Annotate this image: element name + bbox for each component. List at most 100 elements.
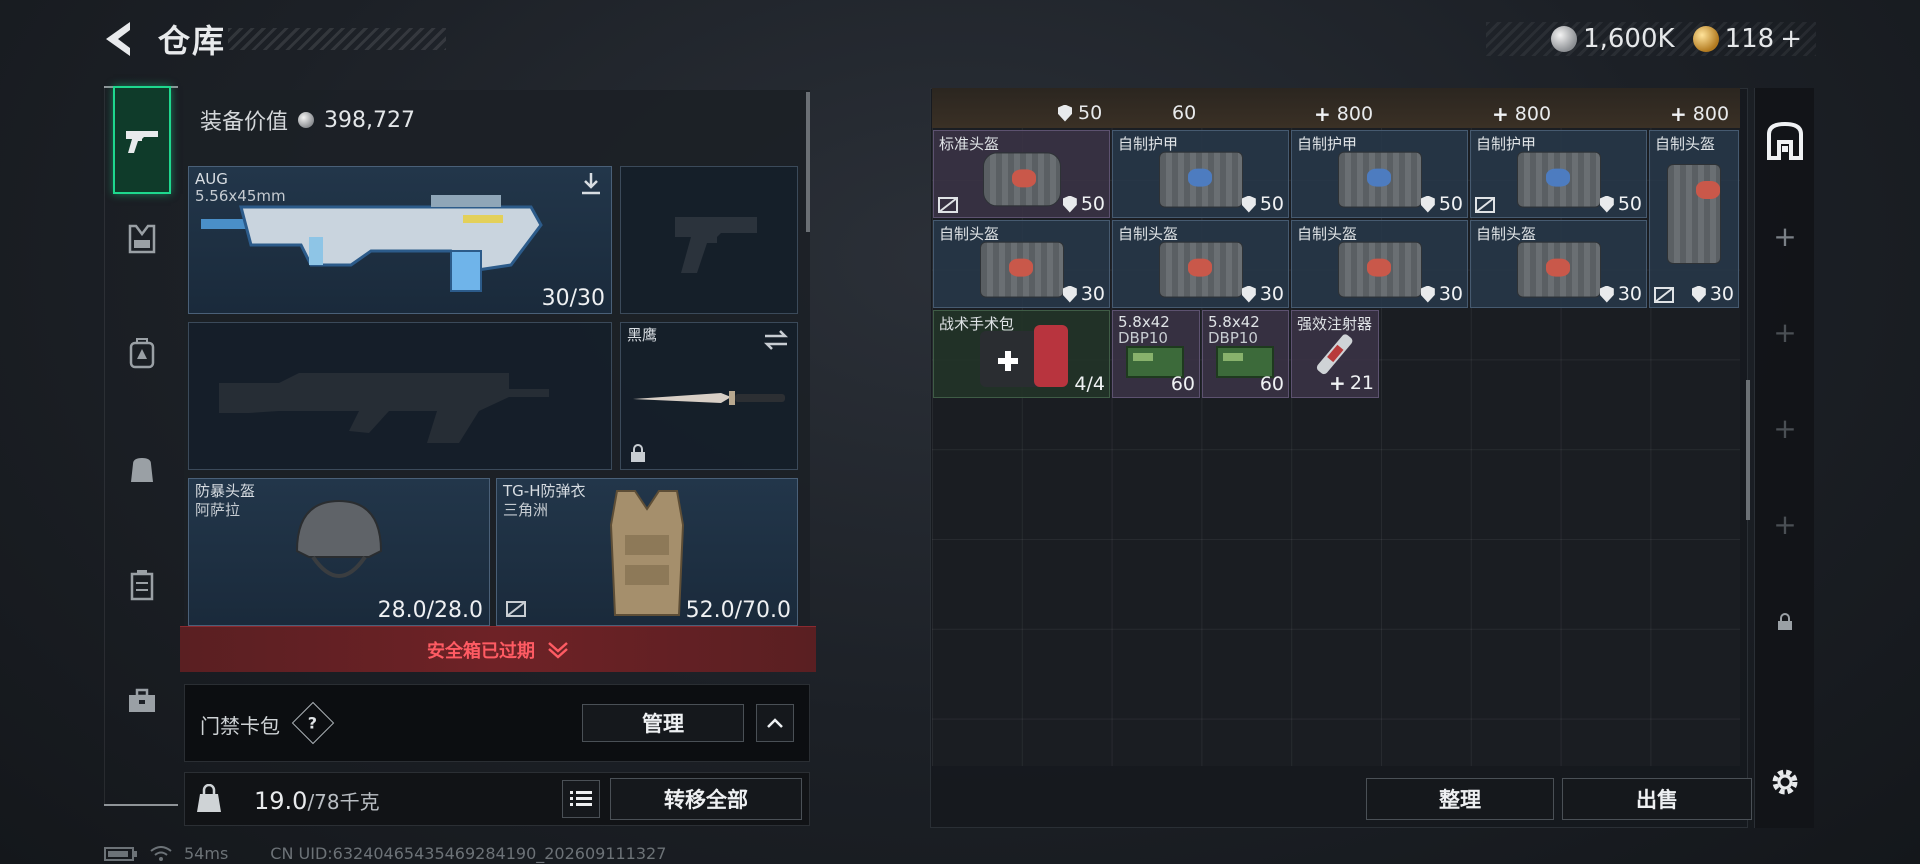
safebox-expired-banner[interactable]: 安全箱已过期 xyxy=(180,626,816,672)
aug-rifle-image xyxy=(201,195,543,292)
primary-weapon-slot[interactable]: AUG 5.56x45mm 30/30 xyxy=(188,166,612,314)
rail-chest-rig[interactable] xyxy=(113,210,171,268)
storage-item[interactable]: 自制护甲 50 xyxy=(1470,130,1647,218)
storage-partial-row: 50 60 +800 +800 +800 xyxy=(932,88,1740,128)
armor-shield-icon xyxy=(1420,195,1435,213)
list-view-button[interactable] xyxy=(562,780,600,818)
plus-icon: + xyxy=(1773,315,1797,349)
melee-slot[interactable]: 黑鹰 xyxy=(620,322,798,470)
sell-button[interactable]: 出售 xyxy=(1562,778,1752,820)
storage-item[interactable]: 自制头盔 30 xyxy=(1112,220,1289,308)
pouch-icon xyxy=(131,458,153,482)
kettlebell-icon xyxy=(197,784,221,812)
wifi-icon xyxy=(150,845,172,861)
gold-currency[interactable]: 118 + xyxy=(1692,24,1802,54)
storage-page-1[interactable] xyxy=(1755,110,1815,170)
helmet-image xyxy=(1667,164,1721,264)
ping-readout: 54ms xyxy=(184,844,229,863)
storage-item[interactable]: 自制头盔 30 xyxy=(1470,220,1647,308)
pistol-slot-empty[interactable] xyxy=(620,166,798,314)
rail-container[interactable] xyxy=(113,556,171,614)
container-icon xyxy=(130,570,154,601)
armor-shield-icon xyxy=(1058,104,1072,122)
item-value: 30 xyxy=(1691,283,1734,305)
transfer-all-button[interactable]: 转移全部 xyxy=(610,778,802,820)
storage-item[interactable]: 自制护甲 50 xyxy=(1112,130,1289,218)
collapse-button[interactable] xyxy=(756,704,794,742)
gold-coin-icon xyxy=(1692,26,1719,52)
storage-scrollbar[interactable] xyxy=(1746,380,1750,520)
armor-shield-icon xyxy=(1691,285,1706,303)
melee-name: 黑鹰 xyxy=(627,326,658,344)
storage-item[interactable]: 战术手术包 4/4 xyxy=(933,310,1110,398)
storage-item[interactable]: 自制头盔 30 xyxy=(1291,220,1468,308)
armor-shield-icon xyxy=(1062,195,1077,213)
helmet-image xyxy=(1158,241,1243,298)
storage-item[interactable]: 自制护甲 50 xyxy=(1291,130,1468,218)
add-storage-page-button[interactable]: + xyxy=(1755,398,1815,458)
storage-item[interactable]: 标准头盔 50 xyxy=(933,130,1110,218)
rail-bottom-divider xyxy=(104,804,178,806)
item-title: 标准头盔 xyxy=(939,135,1000,153)
rail-backpack[interactable] xyxy=(113,324,171,382)
storage-item[interactable]: 5.8x42 DBP10 60 xyxy=(1202,310,1289,398)
armor-shield-icon xyxy=(1241,195,1256,213)
gold-amount: 118 xyxy=(1724,24,1775,54)
storage-item[interactable]: 5.8x42 DBP10 60 xyxy=(1112,310,1200,398)
add-storage-page-button[interactable]: + xyxy=(1755,206,1815,266)
loadout-category-rail xyxy=(104,86,178,806)
secondary-weapon-slot-empty[interactable] xyxy=(188,322,612,470)
rifle-placeholder-icon xyxy=(219,373,549,443)
heal-plus-icon: + xyxy=(1492,102,1509,126)
locked-storage-page[interactable] xyxy=(1755,592,1815,652)
battery-icon xyxy=(104,846,137,861)
chest-rig-icon xyxy=(128,224,156,254)
back-button[interactable] xyxy=(100,18,140,60)
no-trade-icon xyxy=(506,601,526,617)
helmet-image xyxy=(1516,241,1601,298)
armor-shield-icon xyxy=(1420,285,1435,303)
item-value: 30 xyxy=(1420,283,1463,305)
storage-item[interactable]: 自制头盔 30 xyxy=(933,220,1110,308)
storage-item[interactable]: 强效注射器 +21 xyxy=(1291,310,1379,398)
rail-pouch[interactable] xyxy=(113,440,171,498)
rail-toolbox[interactable] xyxy=(113,672,171,730)
silver-currency[interactable]: 1,600K xyxy=(1551,24,1675,54)
swap-icon[interactable] xyxy=(763,329,789,351)
armor-source: 三角洲 xyxy=(503,501,549,519)
knife-image xyxy=(633,391,785,405)
weight-current: 19.0 xyxy=(254,787,308,815)
silver-amount: 1,600K xyxy=(1583,24,1675,54)
silver-coin-icon xyxy=(1551,26,1578,52)
heal-plus-icon: + xyxy=(1670,102,1687,126)
row0-value-5: +800 xyxy=(1670,102,1730,126)
page-title: 仓库 xyxy=(158,22,227,60)
no-trade-icon xyxy=(1654,287,1674,303)
medkit-image xyxy=(980,325,1068,387)
manage-button[interactable]: 管理 xyxy=(582,704,744,742)
add-storage-page-button[interactable]: + xyxy=(1755,494,1815,554)
armor-slot[interactable]: TG-H防弹衣 三角洲 52.0/70.0 xyxy=(496,478,798,626)
helmet-name: 防暴头盔 xyxy=(195,482,256,500)
settings-button[interactable] xyxy=(1755,752,1815,812)
gear-icon xyxy=(1772,769,1798,795)
row0-value-4: +800 xyxy=(1492,102,1552,126)
backpack-icon xyxy=(129,338,155,369)
storage-item[interactable]: 自制头盔 30 xyxy=(1649,130,1739,308)
silver-coin-icon xyxy=(298,112,315,128)
safebox-status: 安全箱已过期 xyxy=(427,640,535,662)
armor-shield-icon xyxy=(1599,285,1614,303)
loadout-scrollbar[interactable] xyxy=(806,92,810,232)
row0-value-1: 50 xyxy=(1058,102,1102,124)
weight-max: /78千克 xyxy=(307,790,380,814)
equipment-value-label: 装备价值 xyxy=(200,110,289,135)
sort-button[interactable]: 整理 xyxy=(1366,778,1554,820)
back-arrow-icon xyxy=(106,22,130,56)
add-storage-page-button[interactable]: + xyxy=(1755,302,1815,362)
item-value: +21 xyxy=(1329,371,1374,395)
rail-weapons[interactable] xyxy=(113,86,171,194)
armor-name: TG-H防弹衣 xyxy=(503,482,586,500)
helmet-slot[interactable]: 防暴头盔 阿萨拉 28.0/28.0 xyxy=(188,478,490,626)
help-icon: ? xyxy=(308,713,318,733)
armor-image xyxy=(1158,151,1243,208)
